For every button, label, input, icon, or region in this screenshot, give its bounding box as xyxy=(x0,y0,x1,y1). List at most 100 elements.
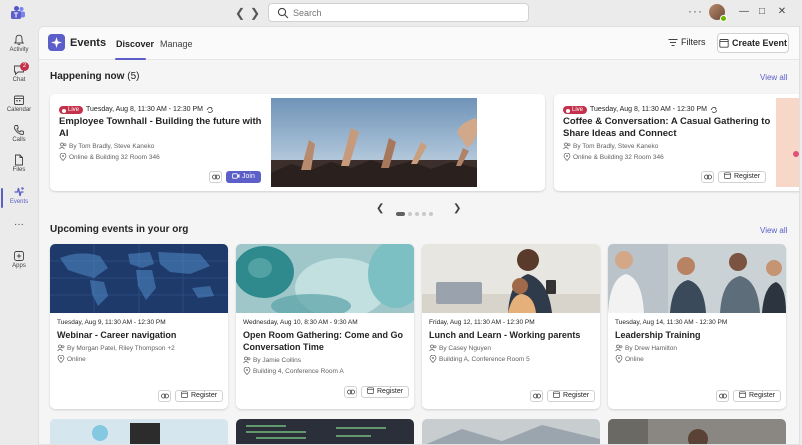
copy-link-button[interactable] xyxy=(716,390,729,402)
copy-link-button[interactable] xyxy=(701,171,714,183)
carousel-next-icon[interactable]: ❯ xyxy=(453,203,461,214)
happening-now-heading: Happening now (5) xyxy=(50,71,139,82)
register-button[interactable]: Register xyxy=(175,390,224,402)
register-label: Register xyxy=(191,392,218,399)
filters-button[interactable]: Filters xyxy=(668,37,706,51)
event-location: Online & Building 32 Room 346 xyxy=(563,153,773,162)
copy-link-button[interactable] xyxy=(158,390,171,402)
create-event-label: Create Event xyxy=(731,38,788,48)
event-location-text: Online & Building 32 Room 346 xyxy=(69,154,160,161)
register-label: Register xyxy=(377,388,404,395)
search-box[interactable] xyxy=(268,3,529,22)
people-icon xyxy=(243,356,251,364)
copy-link-button[interactable] xyxy=(344,386,357,398)
create-event-button[interactable]: Create Event xyxy=(717,33,789,53)
calendar-icon xyxy=(553,391,560,399)
maximize-icon[interactable]: □ xyxy=(753,4,771,20)
title-bar: T ❮ ❯ ··· — □ ✕ xyxy=(0,0,802,26)
people-icon xyxy=(429,344,437,352)
rail-item-files[interactable]: Files xyxy=(0,152,38,182)
register-label: Register xyxy=(734,173,761,180)
happening-now-card[interactable]: Live Tuesday, Aug 8, 11:30 AM - 12:30 PM … xyxy=(50,94,545,191)
rail-item-apps[interactable]: Apps xyxy=(0,248,38,278)
event-organizers-text: By Casey Nguyen xyxy=(439,345,492,352)
upcoming-event-card-partial[interactable] xyxy=(50,419,228,444)
card-info: Friday, Aug 12, 11:30 AM - 12:30 PM Lunc… xyxy=(429,319,595,364)
carousel-dot[interactable] xyxy=(422,211,426,216)
events-icon xyxy=(14,187,24,197)
filters-label: Filters xyxy=(681,37,706,47)
register-label: Register xyxy=(749,392,776,399)
carousel-prev-icon[interactable]: ❮ xyxy=(376,203,384,214)
link-icon xyxy=(211,174,220,180)
townhall-crowd-image xyxy=(271,98,477,187)
event-location-text: Building A, Conference Room 5 xyxy=(439,356,530,363)
forward-arrow-icon[interactable]: ❯ xyxy=(247,5,263,21)
carousel-dot[interactable] xyxy=(396,211,405,216)
rail-item-activity[interactable]: Activity xyxy=(0,32,38,62)
teams-logo-icon: T xyxy=(11,6,25,20)
event-location-text: Online xyxy=(625,356,644,363)
rail-label: Calendar xyxy=(6,107,32,113)
rail-item-events[interactable]: Events xyxy=(0,184,38,214)
upcoming-event-card-partial[interactable] xyxy=(236,419,414,444)
join-button[interactable]: Join xyxy=(226,171,261,183)
join-label: Join xyxy=(242,173,255,180)
carousel-dot[interactable] xyxy=(408,211,412,216)
rail-label: Calls xyxy=(12,137,26,143)
happening-now-card[interactable]: Live Tuesday, Aug 8, 11:30 AM - 12:30 PM … xyxy=(554,94,799,191)
back-arrow-icon[interactable]: ❮ xyxy=(232,5,248,21)
location-icon xyxy=(429,355,437,364)
avatar[interactable] xyxy=(709,4,727,22)
upcoming-event-card[interactable]: Tuesday, Aug 9, 11:30 AM - 12:30 PM Webi… xyxy=(50,244,228,409)
register-button[interactable]: Register xyxy=(361,386,410,398)
upcoming-event-card[interactable]: Wednesday, Aug 10, 8:30 AM - 9:30 AM Ope… xyxy=(236,244,414,409)
upcoming-event-card-partial[interactable] xyxy=(608,419,786,444)
carousel-dot[interactable] xyxy=(429,211,433,216)
close-icon[interactable]: ✕ xyxy=(773,4,791,20)
bell-icon xyxy=(13,34,25,46)
rail-item-calls[interactable]: Calls xyxy=(0,122,38,152)
event-organizers-text: By Morgan Patel, Riley Thompson +2 xyxy=(67,345,175,352)
rail-more-icon[interactable]: ··· xyxy=(0,220,38,234)
people-image xyxy=(608,419,786,444)
card-info: Live Tuesday, Aug 8, 11:30 AM - 12:30 PM … xyxy=(563,101,773,162)
more-options-icon[interactable]: ··· xyxy=(688,4,703,18)
location-icon xyxy=(57,355,65,364)
card-info: Wednesday, Aug 10, 8:30 AM - 9:30 AM Ope… xyxy=(243,319,409,376)
happening-now-title: Happening now xyxy=(50,71,125,82)
upcoming-event-card[interactable]: Friday, Aug 12, 11:30 AM - 12:30 PM Lunc… xyxy=(422,244,600,409)
copy-link-button[interactable] xyxy=(530,390,543,402)
copy-link-button[interactable] xyxy=(209,171,222,183)
rail-label: Apps xyxy=(12,263,26,269)
rail-item-chat[interactable]: 2 Chat xyxy=(0,62,38,92)
tab-manage[interactable]: Manage xyxy=(160,39,193,49)
live-badge: Live xyxy=(563,105,588,114)
event-organizers: By Morgan Patel, Riley Thompson +2 xyxy=(57,344,223,353)
file-icon xyxy=(15,154,23,166)
phone-icon xyxy=(14,125,24,135)
upcoming-event-card[interactable]: Tuesday, Aug 14, 11:30 AM - 12:30 PM Lea… xyxy=(608,244,786,409)
location-icon xyxy=(615,355,623,364)
event-title: Leadership Training xyxy=(615,330,701,340)
presence-available-icon xyxy=(720,15,727,22)
minimize-icon[interactable]: — xyxy=(735,4,753,20)
event-location-text: Building 4, Conference Room A xyxy=(253,368,344,375)
abstract-shapes-image xyxy=(236,244,414,313)
calendar-icon xyxy=(367,387,374,395)
rail-item-calendar[interactable]: Calendar xyxy=(0,92,38,122)
event-location: Online xyxy=(57,355,223,364)
people-icon xyxy=(57,344,65,352)
tab-discover[interactable]: Discover xyxy=(116,39,154,49)
register-button[interactable]: Register xyxy=(547,390,596,402)
search-input[interactable] xyxy=(293,5,513,20)
code-screen-image xyxy=(236,419,414,444)
carousel-dot[interactable] xyxy=(415,211,419,216)
leadership-meeting-image xyxy=(608,244,786,313)
register-button[interactable]: Register xyxy=(733,390,782,402)
upcoming-event-card-partial[interactable] xyxy=(422,419,600,444)
happening-now-view-all-link[interactable]: View all xyxy=(760,73,787,82)
upcoming-view-all-link[interactable]: View all xyxy=(760,226,787,235)
carousel-dots xyxy=(396,205,436,216)
register-button[interactable]: Register xyxy=(718,171,767,183)
